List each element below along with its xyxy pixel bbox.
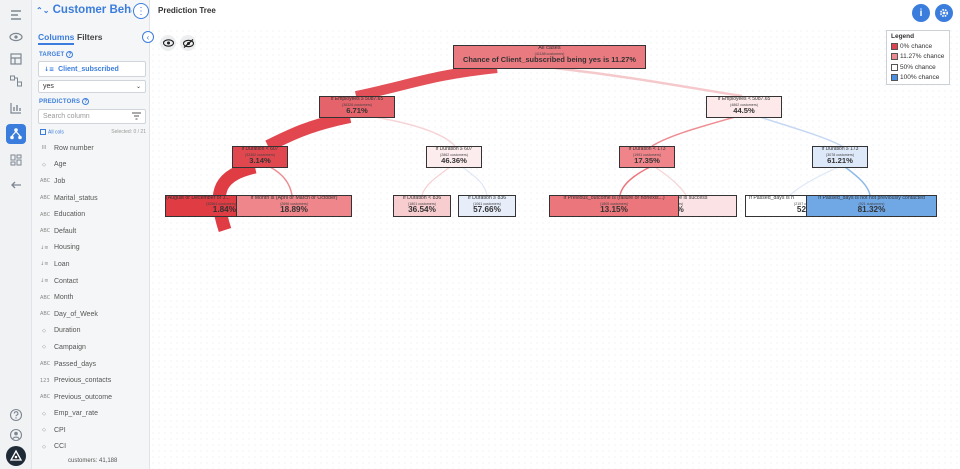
node-value: 1% xyxy=(672,205,736,214)
tree-link xyxy=(269,166,293,196)
tree-link xyxy=(374,116,456,147)
legend-item: 50% chance xyxy=(891,62,945,73)
collapse-panel-button[interactable]: ‹ xyxy=(142,31,154,43)
node-condition: If Employees < 5087.65 xyxy=(717,96,771,102)
legend-label: 11.27% chance xyxy=(900,53,945,61)
tree-node[interactable]: If Month is (April or March or October) … xyxy=(236,195,352,217)
tree-node[interactable]: If Passed_days is not not previously con… xyxy=(806,195,937,217)
app-window: ⌃⌄ Customer Behavio... ⋮ Columns Filters… xyxy=(0,0,960,469)
legend-item: 11.27% chance xyxy=(891,52,945,63)
tree-link xyxy=(421,166,451,196)
node-value: 3.14% xyxy=(249,155,271,165)
tree-link xyxy=(619,166,651,196)
node-condition: (August or December or J... xyxy=(166,195,230,201)
tree-links xyxy=(212,63,871,233)
node-value: 44.5% xyxy=(733,105,755,115)
legend-item: 100% chance xyxy=(891,73,945,84)
node-value: 13.15% xyxy=(600,204,628,214)
tree-link xyxy=(355,63,498,101)
legend: Legend 0% chance 11.27% chance 50% chanc… xyxy=(886,30,950,85)
node-condition: If Passed_days is not not previously con… xyxy=(818,195,925,201)
legend-label: 0% chance xyxy=(900,42,933,50)
node-value: 17.35% xyxy=(634,155,660,165)
tree-node-root[interactable]: All cases (41188 customers) Chance of Cl… xyxy=(453,45,646,69)
node-value: Chance of Client_subscribed being yes is… xyxy=(463,54,636,64)
tree-node[interactable]: if Duration < 607 (33362 customers) 3.14… xyxy=(232,146,288,168)
legend-label: 100% chance xyxy=(900,74,940,82)
tree-link xyxy=(461,166,488,196)
tree-node[interactable]: If Passed_days is n (2157 c 52 xyxy=(745,195,815,217)
tree-node[interactable]: If Employees < 5087.65 (4862 customers) … xyxy=(706,96,782,118)
node-condition: If Duration < 173 xyxy=(628,146,666,152)
tree-link xyxy=(554,66,743,98)
node-value: 6.71% xyxy=(346,105,368,115)
node-value: 18.89% xyxy=(280,204,308,214)
tree-link xyxy=(651,116,736,147)
tree-node[interactable]: If Duration ≥ 173 (3078 customers) 61.21… xyxy=(812,146,868,168)
tree-node[interactable]: If Duration ≥ 836 (1061 customers) 57.66… xyxy=(458,195,516,217)
node-value: 36.54% xyxy=(408,204,436,214)
chevron-left-icon: ‹ xyxy=(146,32,150,42)
tree-link xyxy=(789,166,839,196)
tree-node[interactable]: If Duration < 173 (1991 customers) 17.35… xyxy=(619,146,675,168)
legend-swatch xyxy=(891,42,898,50)
node-value: 52 xyxy=(796,204,806,214)
node-value: 81.32% xyxy=(857,204,886,214)
legend-swatch xyxy=(891,74,898,82)
tree-link xyxy=(654,166,687,196)
legend-swatch xyxy=(891,63,898,71)
tree-node[interactable]: ome is success omers) 1% xyxy=(671,195,737,217)
tree-link xyxy=(759,116,843,147)
tree-node[interactable]: (August or December or J... (30564 custo… xyxy=(165,195,241,217)
legend-label: 50% chance xyxy=(900,63,936,71)
legend-item: 0% chance xyxy=(891,41,945,52)
node-value: 61.21% xyxy=(827,155,853,165)
node-value: 1.84% xyxy=(212,204,236,214)
node-value: 46.36% xyxy=(441,155,467,165)
node-condition: If Previous_outcome is (failure or nonex… xyxy=(563,195,665,201)
tree-node[interactable]: If Previous_outcome is (failure or nonex… xyxy=(549,195,679,217)
tree-node[interactable]: If Employees ≥ 5087.65 (36326 customers)… xyxy=(319,96,395,118)
node-condition: If Month is (April or March or October) xyxy=(250,195,338,201)
legend-title: Legend xyxy=(891,33,915,40)
tree-link xyxy=(265,111,352,152)
tree-node[interactable]: If Duration < 836 (1801 customers) 36.54… xyxy=(393,195,451,217)
node-condition: If Employees ≥ 5087.65 xyxy=(330,96,384,102)
legend-swatch xyxy=(891,53,898,61)
node-value: 57.66% xyxy=(473,204,501,214)
tree-link xyxy=(844,166,871,196)
tree-node[interactable]: If Duration ≥ 607 (2862 customers) 46.36… xyxy=(426,146,482,168)
